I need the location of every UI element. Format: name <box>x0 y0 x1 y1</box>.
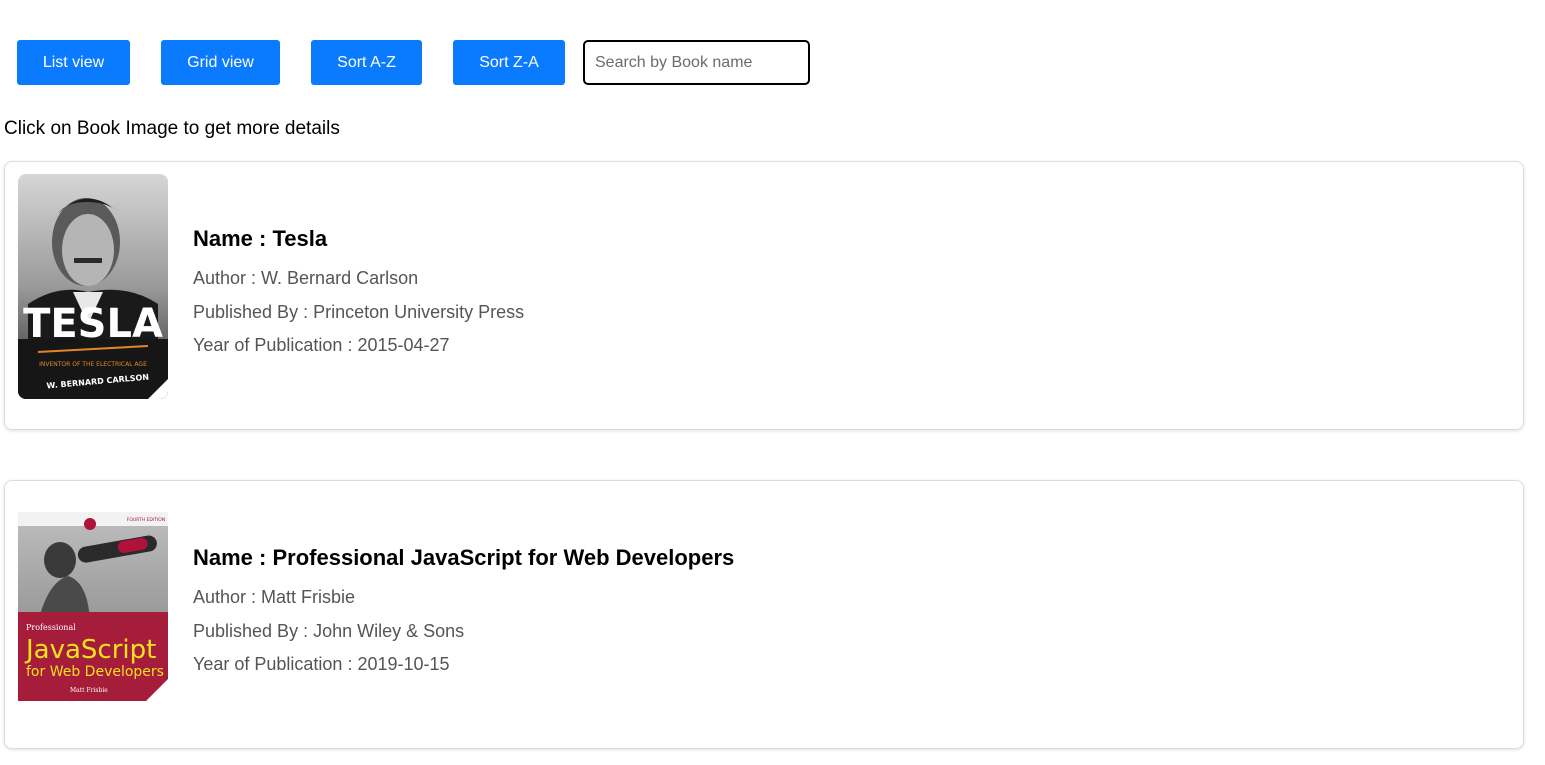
sort-a-z-button[interactable]: Sort A-Z <box>311 40 422 85</box>
search-input[interactable] <box>583 40 810 85</box>
book-author: Author : W. Bernard Carlson <box>193 268 524 288</box>
cover-small-text: Professional <box>26 623 76 632</box>
book-info: Name : Professional JavaScript for Web D… <box>193 545 734 688</box>
book-info: Name : Tesla Author : W. Bernard Carlson… <box>193 226 524 369</box>
page: List view Grid view Sort A-Z Sort Z-A Cl… <box>0 0 1545 765</box>
cover-subtitle-text: INVENTOR OF THE ELECTRICAL AGE <box>39 361 147 368</box>
name-label: Name : <box>193 226 273 251</box>
publisher-value: Princeton University Press <box>313 301 525 322</box>
book-cover-image[interactable]: TESLA INVENTOR OF THE ELECTRICAL AGE W. … <box>18 174 168 399</box>
author-value: Matt Frisbie <box>261 587 356 607</box>
book-year: Year of Publication : 2019-10-15 <box>193 654 734 674</box>
list-view-button[interactable]: List view <box>17 40 130 85</box>
sort-z-a-button[interactable]: Sort Z-A <box>453 40 565 85</box>
author-label: Author : <box>193 587 262 607</box>
year-value: 2015-04-27 <box>357 335 450 355</box>
name-label: Name : <box>193 545 273 570</box>
cover-edition-text: FOURTH EDITION <box>127 517 165 523</box>
book-card: FOURTH EDITION Professional JavaScript f… <box>4 480 1524 749</box>
book-name: Name : Professional JavaScript for Web D… <box>193 545 734 571</box>
year-label: Year of Publication : <box>193 335 358 355</box>
book-name: Name : Tesla <box>193 226 524 252</box>
publisher-label: Published By : <box>193 301 314 322</box>
author-label: Author : <box>193 268 262 288</box>
year-label: Year of Publication : <box>193 654 358 674</box>
cover-title-text: TESLA <box>23 301 163 347</box>
book-card: TESLA INVENTOR OF THE ELECTRICAL AGE W. … <box>4 161 1524 430</box>
cover-title-text: JavaScript <box>24 635 156 665</box>
book-author: Author : Matt Frisbie <box>193 587 734 607</box>
hint-text: Click on Book Image to get more details <box>4 118 340 139</box>
cover-author-text: Matt Frisbie <box>70 687 108 694</box>
book-year: Year of Publication : 2015-04-27 <box>193 335 524 355</box>
author-value: W. Bernard Carlson <box>261 268 419 288</box>
book-cover-image[interactable]: FOURTH EDITION Professional JavaScript f… <box>18 512 168 701</box>
book-name-value: Professional JavaScript for Web Develope… <box>272 545 735 570</box>
grid-view-button[interactable]: Grid view <box>161 40 280 85</box>
publisher-value: John Wiley & Sons <box>313 620 465 641</box>
year-value: 2019-10-15 <box>357 654 450 674</box>
publisher-label: Published By : <box>193 620 314 641</box>
cover-subtitle-text: for Web Developers <box>26 664 164 680</box>
book-publisher: Published By : Princeton University Pres… <box>193 302 524 322</box>
book-publisher: Published By : John Wiley & Sons <box>193 621 734 641</box>
toolbar: List view Grid view Sort A-Z Sort Z-A <box>17 40 810 85</box>
book-name-value: Tesla <box>272 226 328 251</box>
